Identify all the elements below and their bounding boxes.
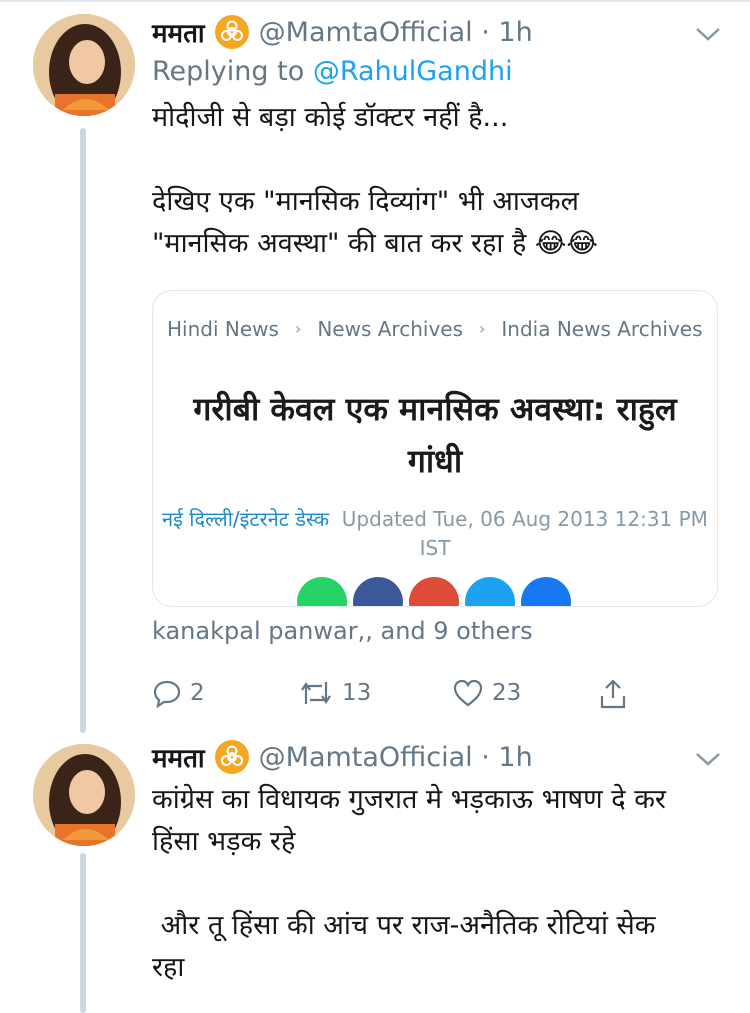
display-name[interactable]: ममता — [152, 14, 205, 50]
reply-count: 2 — [190, 680, 205, 706]
reply-icon — [153, 680, 181, 708]
share-icon — [600, 679, 626, 709]
thread-line — [80, 853, 86, 1013]
caret-down-icon[interactable] — [694, 24, 722, 44]
google-plus-icon — [409, 577, 459, 606]
card-headline: गरीबी केवल एक मानसिक अवस्था: राहुल गांधी — [153, 383, 717, 487]
liked-by[interactable]: kanakpal panwar,, and 9 others — [152, 617, 533, 645]
thread-line — [80, 128, 86, 733]
avatar-image — [33, 744, 135, 846]
updated-time-tz: IST — [419, 536, 451, 560]
link-card[interactable]: Hindi News › News Archives › India News … — [152, 290, 718, 607]
biohazard-icon — [214, 15, 249, 49]
tweet-2[interactable]: ममता @MamtaOfficial · 1h कांग्रेस का विध… — [0, 735, 750, 1013]
text-line: कांग्रेस का विधायक गुजरात मे भड़काऊ भाषण… — [152, 784, 666, 815]
tweet-text: मोदीजी से बड़ा कोई डॉक्टर नहीं है... देख… — [152, 97, 722, 265]
replying-prefix: Replying to — [152, 56, 305, 87]
like-count: 23 — [492, 680, 522, 706]
breadcrumb-item: India News Archives — [501, 317, 703, 341]
tweet-header: ममता @MamtaOfficial · 1h — [152, 14, 533, 50]
avatar[interactable] — [33, 14, 135, 116]
tweet-header: ममता @MamtaOfficial · 1h — [152, 739, 533, 775]
handle-time[interactable]: @MamtaOfficial · 1h — [259, 742, 533, 773]
replying-user-link[interactable]: @RahulGandhi — [313, 56, 513, 87]
text-line: हिंसा भड़क रहे — [152, 826, 296, 857]
whatsapp-icon — [297, 577, 347, 606]
twitter-icon — [465, 577, 515, 606]
handle-time[interactable]: @MamtaOfficial · 1h — [259, 17, 533, 48]
reply-button[interactable]: 2 — [152, 678, 205, 708]
display-name[interactable]: ममता — [152, 739, 205, 775]
text-line: और तू हिंसा की आंच पर राज-अनैतिक रोटियां… — [152, 910, 656, 941]
like-icon — [453, 679, 483, 707]
retweet-icon — [301, 682, 331, 704]
text-line — [152, 139, 722, 181]
avatar-image — [33, 14, 135, 116]
replying-to: Replying to @RahulGandhi — [152, 56, 513, 87]
like-button[interactable]: 23 — [452, 678, 521, 708]
messenger-icon — [521, 577, 571, 606]
updated-time: Updated Tue, 06 Aug 2013 12:31 PM — [341, 507, 708, 531]
share-button[interactable] — [598, 678, 628, 710]
headline-line: गरीबी केवल एक मानसिक अवस्था: राहुल — [193, 390, 677, 428]
caret-down-icon[interactable] — [694, 749, 722, 769]
facebook-icon — [353, 577, 403, 606]
breadcrumb-item: Hindi News — [167, 317, 279, 341]
chevron-right-icon: › — [294, 319, 302, 338]
retweet-button[interactable]: 13 — [298, 678, 371, 708]
card-byline: नई दिल्ली/इंटरनेट डेस्क Updated Tue, 06 … — [153, 505, 717, 563]
text-line: मोदीजी से बड़ा कोई डॉक्टर नहीं है... — [152, 102, 509, 133]
text-line: देखिए एक "मानसिक दिव्यांग" भी आजकल — [152, 186, 579, 217]
text-line: रहा — [152, 952, 185, 983]
breadcrumb: Hindi News › News Archives › India News … — [167, 317, 717, 341]
biohazard-icon — [214, 740, 249, 774]
avatar[interactable] — [33, 744, 135, 846]
tweet-text: कांग्रेस का विधायक गुजरात मे भड़काऊ भाषण… — [152, 779, 722, 989]
tweet-1[interactable]: ममता @MamtaOfficial · 1h Replying to @Ra… — [0, 0, 750, 735]
text-line: "मानसिक अवस्था" की बात कर रहा है 😂😂 — [152, 228, 598, 259]
chevron-right-icon: › — [479, 319, 486, 338]
tweet-actions: 2 13 23 — [152, 678, 652, 714]
text-line — [152, 863, 722, 905]
retweet-count: 13 — [342, 680, 372, 706]
desk-label: नई दिल्ली/इंटरनेट डेस्क — [162, 507, 330, 531]
share-buttons — [297, 577, 571, 606]
headline-line: गांधी — [407, 442, 463, 480]
breadcrumb-item: News Archives — [317, 317, 463, 341]
